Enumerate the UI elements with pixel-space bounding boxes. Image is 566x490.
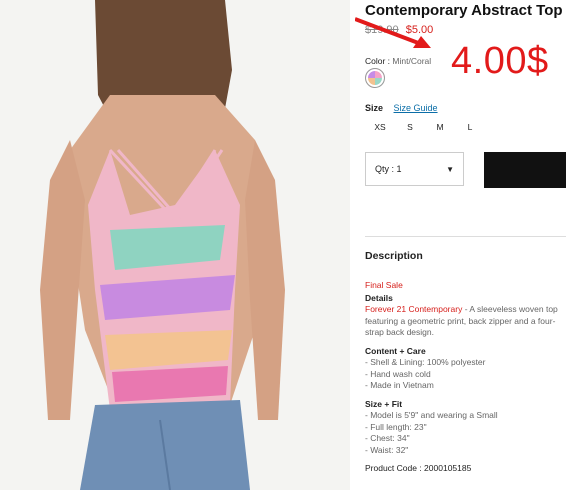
- size-options: XS S M L: [365, 122, 485, 132]
- chevron-down-icon: ▼: [446, 164, 454, 174]
- color-swatch[interactable]: [365, 68, 385, 88]
- size-option-s[interactable]: S: [395, 122, 425, 132]
- details-heading: Details: [365, 292, 393, 303]
- fit-heading: Size + Fit: [365, 398, 403, 409]
- product-photo: [0, 0, 350, 490]
- details-block: Details Forever 21 Contemporary - A slee…: [365, 293, 566, 339]
- care-item: - Shell & Lining: 100% polyester: [365, 357, 486, 367]
- size-option-xs[interactable]: XS: [365, 122, 395, 132]
- brand-name: Forever 21 Contemporary: [365, 304, 463, 314]
- size-row: Size Size Guide: [365, 103, 438, 113]
- care-item: - Made in Vietnam: [365, 380, 434, 390]
- divider: [365, 236, 566, 237]
- description-body: Final Sale Details Forever 21 Contempora…: [365, 280, 566, 475]
- size-option-m[interactable]: M: [425, 122, 455, 132]
- color-label: Color : Mint/Coral: [365, 56, 432, 66]
- size-guide-link[interactable]: Size Guide: [394, 103, 438, 113]
- final-sale-label: Final Sale: [365, 280, 403, 290]
- quantity-value: Qty : 1: [375, 164, 402, 174]
- product-code: Product Code : 2000105185: [365, 463, 472, 473]
- color-label-text: Color: [365, 56, 386, 66]
- size-label: Size: [365, 103, 384, 113]
- description-heading: Description: [365, 250, 423, 262]
- product-panel: Contemporary Abstract Top $19.90 $5.00 4…: [355, 0, 566, 490]
- care-heading: Content + Care: [365, 345, 426, 356]
- care-block: Content + Care - Shell & Lining: 100% po…: [365, 346, 566, 392]
- size-option-l[interactable]: L: [455, 122, 485, 132]
- promo-price-annotation: 4.00$: [451, 40, 549, 82]
- add-to-bag-button[interactable]: [484, 152, 566, 188]
- annotation-arrow-icon: [355, 17, 431, 48]
- fit-block: Size + Fit - Model is 5'9" and wearing a…: [365, 399, 566, 457]
- fit-item: - Model is 5'9" and wearing a Small: [365, 410, 498, 420]
- quantity-select[interactable]: Qty : 1 ▼: [365, 152, 464, 186]
- care-item: - Hand wash cold: [365, 368, 431, 379]
- fit-item: - Full length: 23": [365, 421, 427, 432]
- fit-item: - Waist: 32": [365, 444, 409, 455]
- color-value: Mint/Coral: [392, 56, 432, 66]
- fit-item: - Chest: 34": [365, 433, 410, 443]
